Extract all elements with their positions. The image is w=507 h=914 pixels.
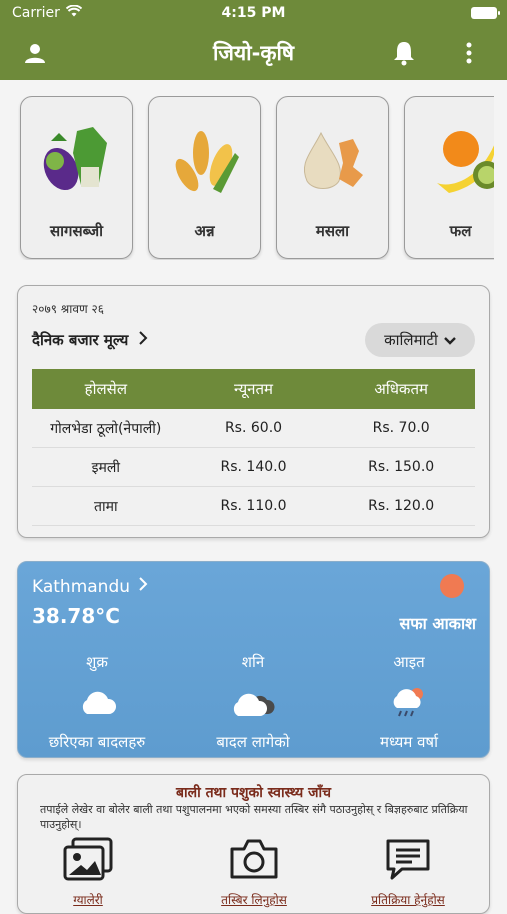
battery-icon [471, 7, 500, 19]
forecast-day-label: शुक्र [86, 653, 108, 671]
column-header: होलसेल [84, 380, 127, 398]
bell-icon[interactable] [387, 36, 421, 70]
dark-cloud-icon [178, 680, 328, 726]
view-feedback-button[interactable]: प्रतिक्रिया हेर्नुहोस [348, 837, 468, 908]
market-heading: दैनिक बजार मूल्य [32, 331, 129, 349]
category-card-fruits[interactable]: फल [404, 96, 494, 259]
category-label: सागसब्जी [49, 222, 103, 240]
chevron-right-icon [138, 576, 148, 597]
price-table: होलसेल न्यूनतम अधिकतम गोलभेडा ठूलो(नेपाल… [32, 369, 475, 526]
sun-icon [440, 574, 464, 598]
table-row: तामा Rs. 110.0 Rs. 120.0 [32, 487, 475, 526]
health-title: बाली तथा पशुको स्वास्थ्य जाँच [175, 785, 332, 801]
market-heading-link[interactable]: दैनिक बजार मूल्य [32, 330, 148, 350]
column-header: न्यूनतम [234, 380, 273, 398]
more-menu-icon[interactable] [452, 36, 486, 70]
market-location: कालिमाटी [384, 331, 438, 349]
table-row: गोलभेडा ठूलो(नेपाली) Rs. 60.0 Rs. 70.0 [32, 409, 475, 448]
forecast-description: छरिएका बादलहरु [48, 733, 146, 751]
health-check-card: बाली तथा पशुको स्वास्थ्य जाँच तपाईले लेख… [17, 774, 490, 914]
take-photo-button[interactable]: तस्बिर लिनुहोस [194, 837, 314, 908]
commodity-cell: गोलभेडा ठूलो(नेपाली) [50, 420, 162, 437]
category-card-grains[interactable]: अन्न [148, 96, 261, 259]
min-price-cell: Rs. 60.0 [224, 420, 283, 436]
category-label: मसला [315, 222, 350, 240]
commodity-cell: तामा [94, 498, 118, 515]
chevron-down-icon [444, 331, 456, 349]
max-price-cell: Rs. 70.0 [372, 420, 430, 436]
max-price-cell: Rs. 150.0 [368, 459, 435, 475]
market-location-dropdown[interactable]: कालिमाटी [365, 323, 475, 357]
fruits-icon [405, 123, 494, 195]
market-date: २०७९ श्रावण २६ [32, 302, 105, 316]
message-icon [348, 837, 468, 885]
table-row: इमली Rs. 140.0 Rs. 150.0 [32, 448, 475, 487]
forecast-description: मध्यम वर्षा [380, 733, 438, 751]
health-subtitle: तपाईले लेखेर वा बोलेर बाली तथा पशुपालनमा… [40, 803, 468, 831]
clock: 4:15 PM [221, 5, 286, 21]
forecast-day: शनि बादल लागेको [178, 652, 328, 752]
commodity-cell: इमली [91, 459, 121, 476]
app-title: जियो-कृषि [212, 41, 295, 65]
category-card-spices[interactable]: मसला [276, 96, 389, 259]
forecast-day: शुक्र छरिएका बादलहरु [22, 652, 172, 752]
gallery-icon [28, 837, 148, 885]
vegetables-icon [21, 123, 132, 195]
category-carousel[interactable]: सागसब्जी अन्न मसला फल [18, 96, 494, 260]
status-bar: Carrier 4:15 PM [0, 0, 507, 26]
weather-card[interactable]: Kathmandu 38.78°C सफा आकाश शुक्र छरिएका … [17, 561, 490, 758]
forecast-description: बादल लागेको [216, 733, 290, 751]
camera-icon [194, 837, 314, 885]
grains-icon [149, 123, 260, 195]
market-price-card: २०७९ श्रावण २६ दैनिक बजार मूल्य कालिमाटी… [17, 285, 490, 538]
forecast-day-label: आइत [393, 653, 425, 671]
rain-icon [334, 680, 484, 726]
forecast-day-label: शनि [241, 653, 265, 671]
min-price-cell: Rs. 140.0 [220, 459, 287, 475]
category-card-vegetables[interactable]: सागसब्जी [20, 96, 133, 259]
app-header: जियो-कृषि [0, 26, 507, 80]
cloud-icon [22, 680, 172, 726]
min-price-cell: Rs. 110.0 [220, 498, 287, 514]
column-header: अधिकतम [374, 380, 428, 398]
chevron-right-icon [138, 330, 148, 350]
weather-condition: सफा आकाश [399, 614, 476, 633]
gallery-button[interactable]: ग्यालेरी [28, 837, 148, 908]
category-label: फल [449, 222, 472, 240]
max-price-cell: Rs. 120.0 [368, 498, 435, 514]
table-header: होलसेल न्यूनतम अधिकतम [32, 369, 475, 409]
forecast-day: आइत मध्यम वर्षा [334, 652, 484, 752]
category-label: अन्न [194, 222, 215, 240]
spices-icon [277, 123, 388, 195]
weather-city-link[interactable]: Kathmandu [32, 576, 148, 597]
weather-city: Kathmandu [32, 576, 131, 597]
weather-temperature: 38.78°C [32, 604, 120, 628]
